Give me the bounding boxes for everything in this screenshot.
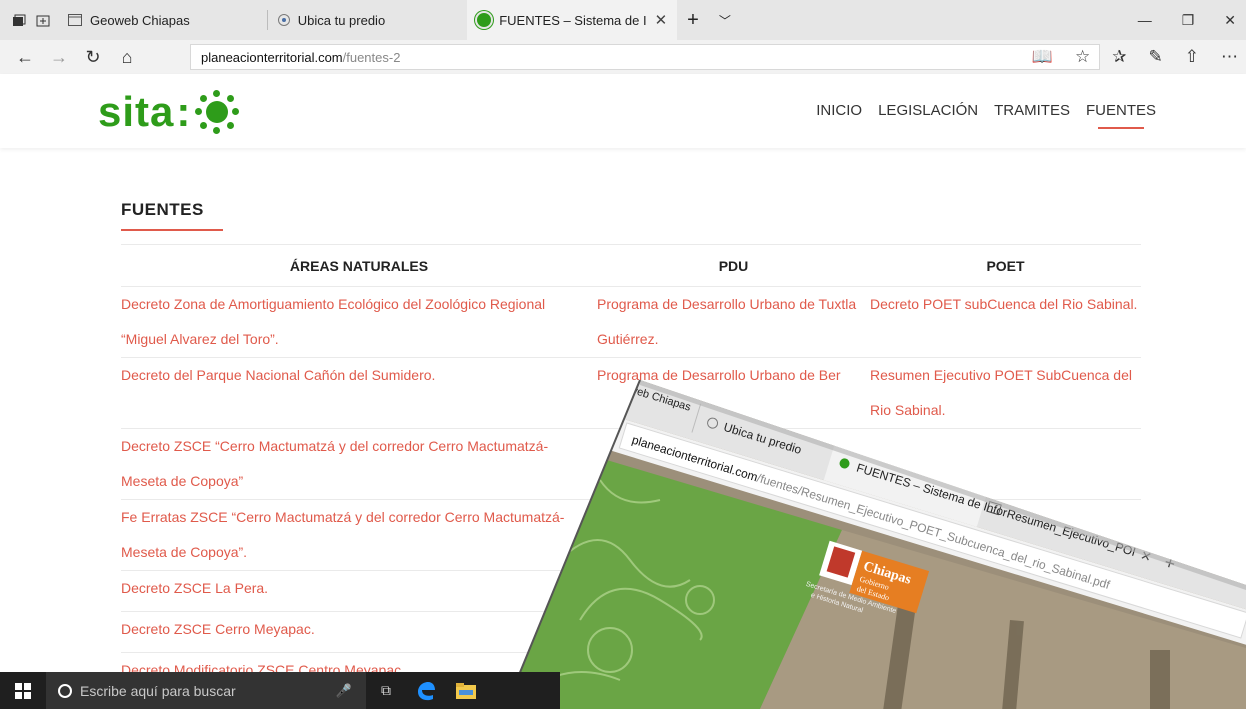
cortana-icon <box>58 683 72 698</box>
page-icon <box>68 14 82 26</box>
file-explorer-icon[interactable] <box>446 672 486 709</box>
menu-tramites[interactable]: TRAMITES <box>994 102 1070 119</box>
share-icon[interactable]: ⇧ <box>1185 47 1199 67</box>
source-link[interactable] <box>597 570 870 612</box>
source-link[interactable]: Decreto POET subCuenca del Rio Sabinal. <box>870 286 1141 358</box>
back-icon[interactable]: ← <box>8 47 42 68</box>
source-link[interactable] <box>597 499 870 571</box>
main-menu: INICIO LEGISLACIÓN TRAMITES FUENTES <box>816 102 1156 129</box>
source-link[interactable]: Fe Erratas ZSCE “Cerro Mactumatzá y del … <box>121 499 597 571</box>
url-host: planeacionterritorial.com <box>201 49 343 65</box>
source-link[interactable]: Decreto del Parque Nacional Cañón del Su… <box>121 357 597 429</box>
browser-actions: 📖 ☆ ✰ ✎ ⇧ ⋯ <box>1032 40 1246 74</box>
restore-icon[interactable]: ❐ <box>1182 12 1195 29</box>
refresh-icon[interactable]: ↻ <box>76 47 110 68</box>
title-underline <box>121 229 223 231</box>
tab-label: Ubica tu predio <box>297 12 386 28</box>
more-icon[interactable]: ⋯ <box>1221 47 1238 67</box>
source-link[interactable] <box>870 428 1141 500</box>
tab-fuentes[interactable]: FUENTES – Sistema de I ✕ <box>467 0 678 40</box>
favorites-hub-icon[interactable]: ✰ <box>1112 47 1126 67</box>
source-link[interactable] <box>870 652 1141 694</box>
taskbar-search[interactable]: Escribe aquí para buscar 🎤 <box>46 672 366 709</box>
tab-label: Geoweb Chiapas <box>90 12 190 28</box>
menu-inicio[interactable]: INICIO <box>816 102 862 119</box>
home-icon[interactable]: ⌂ <box>110 47 144 68</box>
address-bar[interactable]: planeacionterritorial.com/fuentes-2 <box>190 44 1100 70</box>
url-path: /fuentes-2 <box>342 49 401 65</box>
page-title: FUENTES <box>121 200 204 219</box>
source-link[interactable]: Programa de Desarrollo Urbano de Ber <box>597 357 870 429</box>
menu-legislacion[interactable]: LEGISLACIÓN <box>878 102 978 119</box>
task-view-icon[interactable]: ⧉ <box>366 672 406 709</box>
tab-previews-icon[interactable] <box>12 14 26 28</box>
logo-colon: : <box>176 88 192 135</box>
new-tab-button[interactable]: + <box>677 0 709 40</box>
set-tabs-aside-icon[interactable] <box>36 14 50 28</box>
column-header: POET <box>870 244 1141 287</box>
tab-label: FUENTES – Sistema de I <box>499 12 647 28</box>
source-link[interactable] <box>597 428 870 500</box>
source-link[interactable]: Decreto ZSCE La Pera. <box>121 570 597 612</box>
source-link[interactable] <box>870 570 1141 612</box>
edge-browser-icon[interactable] <box>406 672 446 709</box>
search-placeholder: Escribe aquí para buscar <box>80 682 236 699</box>
table-row: Decreto del Parque Nacional Cañón del Su… <box>121 357 1141 429</box>
main-content: FUENTES ÁREAS NATURALES PDU POET Decreto… <box>121 200 1141 694</box>
source-link[interactable]: Programa de Desarrollo Urbano de Tuxtla … <box>597 286 870 358</box>
tab-ubica[interactable]: Ubica tu predio <box>267 0 468 40</box>
forward-icon[interactable]: → <box>42 47 76 68</box>
table-row: Decreto ZSCE La Pera. <box>121 570 1141 612</box>
table-row: Decreto ZSCE “Cerro Mactumatzá y del cor… <box>121 428 1141 500</box>
tab-list-button[interactable]: ﹀ <box>709 0 741 40</box>
sita-logo[interactable]: sita : <box>98 88 240 136</box>
close-window-icon[interactable]: ✕ <box>1224 12 1236 29</box>
web-note-icon[interactable]: ✎ <box>1149 47 1163 67</box>
site-header: sita : INICIO LEGISLACIÓN TRAMITES FUENT… <box>0 74 1246 148</box>
microphone-icon[interactable]: 🎤 <box>336 683 352 699</box>
close-tab-icon[interactable]: ✕ <box>655 11 668 29</box>
table-row: Fe Erratas ZSCE “Cerro Mactumatzá y del … <box>121 499 1141 571</box>
svg-text:+: + <box>1162 552 1178 574</box>
sita-favicon <box>477 13 492 27</box>
windows-taskbar: Escribe aquí para buscar 🎤 ⧉ <box>0 672 560 709</box>
favorite-star-icon[interactable]: ☆ <box>1075 47 1090 67</box>
logo-text: sita <box>98 88 175 135</box>
sources-table: ÁREAS NATURALES PDU POET Decreto Zona de… <box>121 244 1141 694</box>
source-link[interactable] <box>870 611 1141 653</box>
tab-favicon <box>277 14 290 26</box>
browser-tabbar: Geoweb Chiapas Ubica tu predio FUENTES –… <box>0 0 1246 40</box>
source-link[interactable] <box>870 499 1141 571</box>
tab-actions <box>0 14 58 40</box>
source-link[interactable]: Decreto Zona de Amortiguamiento Ecológic… <box>121 286 597 358</box>
column-header: PDU <box>597 244 870 287</box>
windows-start-icon[interactable] <box>0 682 46 699</box>
table-row: Decreto ZSCE Cerro Meyapac. <box>121 611 1141 653</box>
minimize-icon[interactable]: — <box>1138 12 1152 28</box>
window-controls: — ❐ ✕ <box>1138 0 1246 40</box>
sun-logo-icon <box>195 90 240 134</box>
tab-geoweb[interactable]: Geoweb Chiapas <box>58 0 268 40</box>
source-link[interactable] <box>597 652 870 694</box>
source-link[interactable]: Decreto ZSCE Cerro Meyapac. <box>121 611 597 653</box>
column-header: ÁREAS NATURALES <box>121 244 597 287</box>
source-link[interactable] <box>597 611 870 653</box>
reading-view-icon[interactable]: 📖 <box>1032 47 1053 67</box>
menu-fuentes[interactable]: FUENTES <box>1086 102 1156 129</box>
table-row: Decreto Zona de Amortiguamiento Ecológic… <box>121 286 1141 358</box>
source-link[interactable]: Resumen Ejecutivo POET SubCuenca del Rio… <box>870 357 1141 429</box>
source-link[interactable]: Decreto ZSCE “Cerro Mactumatzá y del cor… <box>121 428 597 500</box>
browser-navbar: ← → ↻ ⌂ planeacionterritorial.com/fuente… <box>0 40 1246 74</box>
